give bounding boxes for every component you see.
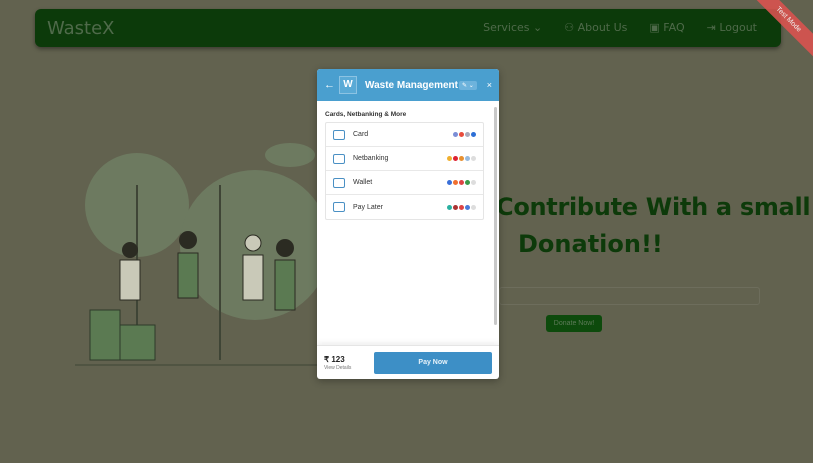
nav-logout-label: Logout bbox=[719, 21, 757, 34]
method-label: Pay Later bbox=[353, 203, 383, 211]
method-label: Wallet bbox=[353, 179, 373, 186]
brand-logo[interactable]: WasteX bbox=[47, 18, 115, 39]
wallet-logos bbox=[447, 180, 476, 185]
card-icon bbox=[333, 129, 345, 140]
wallet-icon bbox=[333, 177, 345, 188]
method-pay-later[interactable]: Pay Later bbox=[326, 195, 483, 219]
method-card[interactable]: Card bbox=[326, 123, 483, 147]
paylater-logos bbox=[447, 204, 476, 210]
close-icon[interactable]: × bbox=[487, 80, 492, 90]
amount: ₹ 123 bbox=[324, 354, 345, 364]
clipboard-icon: ▣ bbox=[649, 21, 664, 34]
merchant-name: Waste Management bbox=[365, 79, 458, 91]
back-icon[interactable]: ← bbox=[324, 79, 336, 91]
nav-about-label: About Us bbox=[577, 21, 628, 34]
nav-services[interactable]: Services ⌄ bbox=[483, 21, 542, 34]
amount-summary: ₹ 123 View Details bbox=[324, 355, 351, 371]
modal-footer: ₹ 123 View Details Pay Now bbox=[317, 345, 499, 379]
card-network-logos bbox=[453, 132, 476, 137]
language-selector[interactable]: ✎ ⌄ bbox=[459, 80, 477, 90]
nav-menu: Services ⌄ ⚇ About Us ▣ FAQ ⇥ Logout bbox=[483, 21, 757, 34]
nav-faq[interactable]: ▣ FAQ bbox=[649, 21, 684, 34]
method-netbanking[interactable]: Netbanking bbox=[326, 147, 483, 171]
nav-logout[interactable]: ⇥ Logout bbox=[707, 21, 757, 34]
volunteers-illustration bbox=[75, 143, 330, 366]
method-label: Netbanking bbox=[353, 155, 389, 162]
method-wallet[interactable]: Wallet bbox=[326, 171, 483, 195]
logout-icon: ⇥ bbox=[706, 21, 720, 34]
scrollbar[interactable] bbox=[494, 107, 497, 325]
nav-faq-label: FAQ bbox=[663, 21, 685, 34]
merchant-logo: W bbox=[339, 76, 357, 94]
bank-logos bbox=[447, 156, 476, 161]
view-details-link[interactable]: View Details bbox=[324, 365, 351, 371]
navbar: WasteX Services ⌄ ⚇ About Us ▣ FAQ ⇥ Log… bbox=[35, 9, 781, 47]
payment-methods-list: Card Netbanking Wallet Pay Later bbox=[325, 122, 484, 220]
modal-header: ← W Waste Management ✎ ⌄ × bbox=[317, 69, 499, 101]
donation-amount-input[interactable] bbox=[499, 287, 760, 305]
paylater-icon bbox=[333, 202, 345, 212]
users-icon: ⚇ bbox=[564, 21, 578, 34]
section-title: Cards, Netbanking & More bbox=[325, 111, 407, 118]
bank-icon bbox=[333, 153, 345, 164]
payment-modal: ← W Waste Management ✎ ⌄ × Cards, Netban… bbox=[317, 69, 499, 379]
nav-about-us[interactable]: ⚇ About Us bbox=[564, 21, 627, 34]
method-label: Card bbox=[353, 131, 369, 138]
donate-now-button[interactable]: Donate Now! bbox=[546, 315, 602, 332]
pay-now-button[interactable]: Pay Now bbox=[374, 351, 492, 374]
hero-title-line2: Donation!! bbox=[518, 230, 663, 258]
hero-title: Contribute With a small bbox=[496, 193, 811, 221]
